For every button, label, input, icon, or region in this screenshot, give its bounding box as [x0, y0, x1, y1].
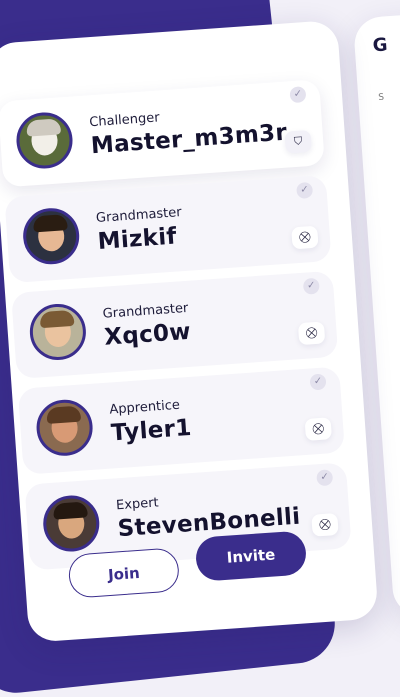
invite-button[interactable]: Invite	[194, 530, 308, 582]
player-avatar	[41, 493, 102, 554]
player-avatar	[14, 110, 75, 171]
player-name: Mizkif	[96, 223, 178, 255]
player-name: Xqc0w	[103, 318, 192, 351]
player-name: Tyler1	[110, 414, 193, 447]
ready-check-icon: ✓	[289, 86, 307, 104]
player-avatar	[28, 302, 88, 362]
remove-user-icon[interactable]: ⛒	[311, 512, 339, 537]
secondary-card-title: G	[371, 34, 389, 57]
player-row[interactable]: Challenger Master_m3m3r ✓ ⛉	[0, 79, 325, 188]
player-row[interactable]: Grandmaster Xqc0w ✓ ⛒	[11, 270, 339, 379]
player-avatar	[21, 206, 82, 267]
player-avatar	[34, 397, 95, 458]
player-rank: Expert	[115, 495, 160, 514]
shield-icon[interactable]: ⛉	[284, 129, 312, 154]
remove-user-icon[interactable]: ⛒	[297, 321, 326, 346]
player-rank: Grandmaster	[95, 205, 183, 227]
player-rank: Apprentice	[108, 397, 181, 418]
ready-check-icon: ✓	[302, 277, 320, 295]
secondary-card-label: S	[377, 92, 385, 104]
player-row[interactable]: Grandmaster Mizkif ✓ ⛒	[4, 174, 332, 284]
ready-check-icon: ✓	[316, 469, 334, 487]
avatar-hair	[39, 309, 75, 329]
ready-check-icon: ✓	[309, 373, 327, 391]
ready-check-icon: ✓	[296, 181, 314, 199]
player-row[interactable]: Apprentice Tyler1 ✓ ⛒	[17, 366, 345, 475]
remove-user-icon[interactable]: ⛒	[291, 225, 319, 250]
party-card: Challenger Master_m3m3r ✓ ⛉ Grandmaster Mizki…	[0, 19, 379, 643]
remove-user-icon[interactable]: ⛒	[304, 417, 333, 441]
avatar-hair	[52, 501, 88, 520]
avatar-hair	[32, 214, 68, 233]
player-rank: Challenger	[88, 110, 161, 131]
lobby-scene: G S Challenger Master_m3m3r ✓ ⛉ Grandmaster M…	[0, 0, 400, 643]
avatar-hair	[26, 118, 62, 137]
avatar-hair	[46, 405, 82, 424]
player-list: Challenger Master_m3m3r ✓ ⛉ Grandmaster Mizki…	[0, 79, 352, 580]
player-rank: Grandmaster	[102, 300, 189, 322]
join-button[interactable]: Join	[67, 547, 181, 599]
